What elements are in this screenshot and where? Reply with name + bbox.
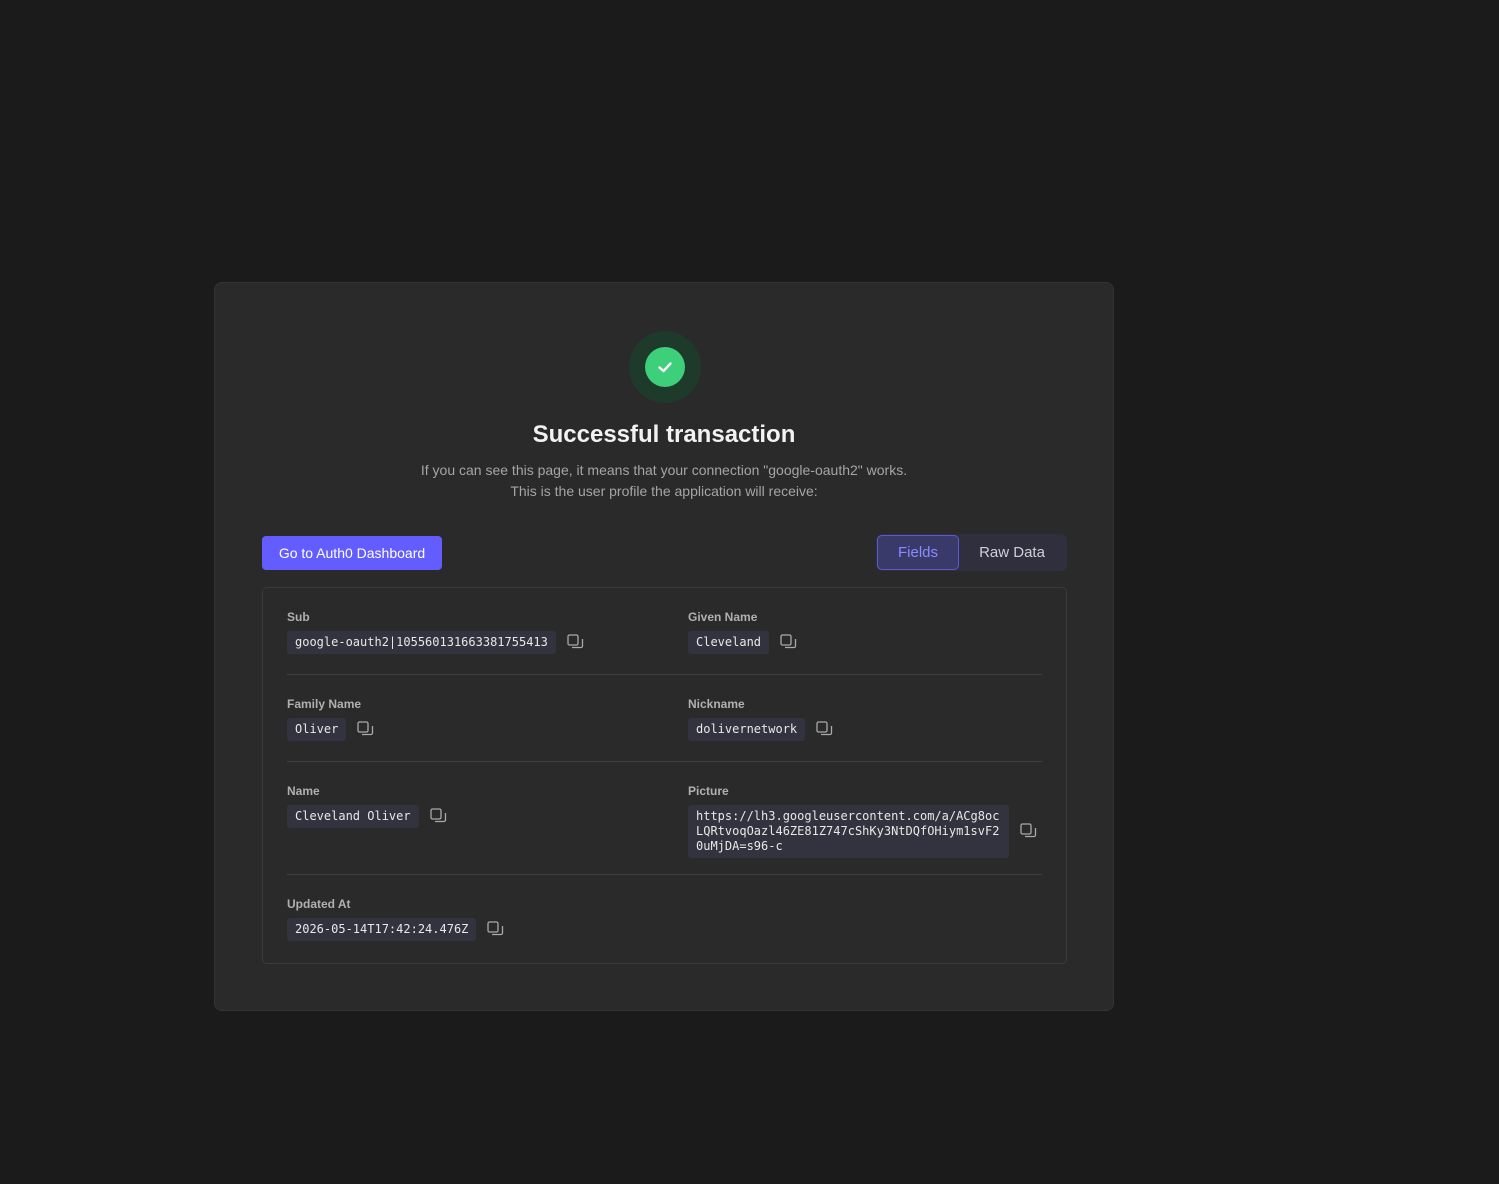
field-label: Family Name <box>287 697 362 711</box>
field-value: Cleveland Oliver <box>287 805 419 828</box>
field-row: Updated At 2026-05-14T17:42:24.476Z <box>287 897 1042 947</box>
field-picture: Picture https://lh3.googleusercontent.co… <box>688 784 1037 858</box>
field-family-name: Family Name Oliver <box>287 697 374 741</box>
field-given-name: Given Name Cleveland <box>688 610 797 654</box>
copy-icon[interactable] <box>429 808 447 825</box>
field-label: Updated At <box>287 897 351 911</box>
field-updated-at: Updated At 2026-05-14T17:42:24.476Z <box>287 897 504 941</box>
copy-icon[interactable] <box>567 634 584 651</box>
go-to-dashboard-button[interactable]: Go to Auth0 Dashboard <box>262 536 442 570</box>
copy-icon[interactable] <box>357 721 374 738</box>
profile-fields-panel: Sub google-oauth2|105560131663381755413 … <box>262 587 1067 964</box>
check-icon <box>645 347 685 387</box>
page-title: Successful transaction <box>532 421 796 448</box>
field-sub: Sub google-oauth2|105560131663381755413 <box>287 610 584 654</box>
field-label: Given Name <box>688 610 758 624</box>
field-value: Oliver <box>287 718 347 741</box>
success-card: Successful transaction If you can see th… <box>214 282 1114 1011</box>
copy-icon[interactable] <box>1020 823 1037 840</box>
field-value: https://lh3.googleusercontent.com/a/ACg8… <box>688 805 1009 858</box>
field-row: Sub google-oauth2|105560131663381755413 … <box>287 610 1042 675</box>
copy-icon[interactable] <box>487 921 504 938</box>
field-label: Name <box>287 784 320 798</box>
tab-fields[interactable]: Fields <box>877 535 959 570</box>
field-label: Sub <box>287 610 310 624</box>
view-tabs: Fields Raw Data <box>876 534 1067 571</box>
field-label: Nickname <box>688 697 745 711</box>
tab-raw-data[interactable]: Raw Data <box>959 535 1065 570</box>
field-nickname: Nickname dolivernetwork <box>688 697 833 741</box>
field-name: Name Cleveland Oliver <box>287 784 447 828</box>
field-row: Name Cleveland Oliver Picture https://lh… <box>287 784 1042 875</box>
field-value: google-oauth2|105560131663381755413 <box>287 631 556 654</box>
field-value: 2026-05-14T17:42:24.476Z <box>287 918 477 941</box>
page-description: If you can see this page, it means that … <box>215 460 1113 502</box>
copy-icon[interactable] <box>816 721 833 738</box>
field-label: Picture <box>688 784 729 798</box>
field-value: dolivernetwork <box>688 718 806 741</box>
description-line-1: If you can see this page, it means that … <box>420 462 908 478</box>
copy-icon[interactable] <box>780 634 797 651</box>
field-value: Cleveland <box>688 631 770 654</box>
success-badge <box>629 331 701 403</box>
field-row: Family Name Oliver Nickname dolivernetwo… <box>287 697 1042 762</box>
description-line-2: This is the user profile the application… <box>510 483 818 499</box>
